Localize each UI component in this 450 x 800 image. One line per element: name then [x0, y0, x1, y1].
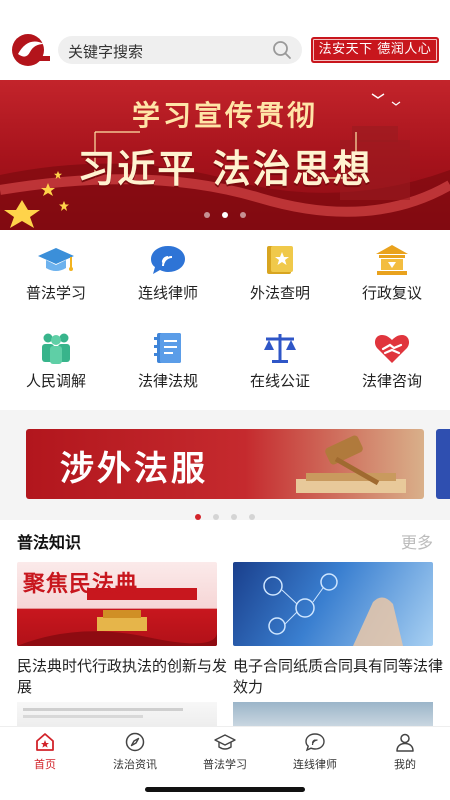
pagination-dot-active[interactable]: [195, 514, 201, 520]
banner-pagination: [0, 203, 450, 222]
feature-pufa-xuexi[interactable]: 普法学习: [0, 234, 112, 322]
promo-title: 涉外法服: [60, 449, 208, 489]
feature-falv-fagui[interactable]: 法律法规: [112, 322, 224, 410]
news-thumbnail-caption: 聚焦民法典: [23, 571, 139, 597]
promo-pagination: [0, 505, 450, 524]
chat-bubble-icon: [304, 731, 326, 753]
hero-banner[interactable]: 学习宣传贯彻 习近平 法治思想: [0, 80, 450, 230]
promo-banner-next-peek[interactable]: [436, 429, 450, 499]
news-card-peek[interactable]: [233, 702, 433, 726]
tab-learning[interactable]: 普法学习: [180, 731, 270, 772]
graduation-cap-icon: [37, 242, 75, 278]
feature-label: 法律咨询: [361, 372, 422, 390]
promo-banner[interactable]: 涉外法服: [26, 429, 424, 499]
news-card[interactable]: 电子合同纸质合同具有同等法律效力: [233, 562, 443, 698]
scales-icon: [261, 330, 299, 366]
pagination-dot[interactable]: [240, 212, 246, 218]
feature-label: 在线公证: [249, 372, 310, 390]
feature-label: 人民调解: [25, 372, 86, 390]
app-logo: [10, 32, 52, 68]
user-icon: [394, 731, 416, 753]
feature-xingzheng-fuyi[interactable]: 行政复议: [336, 234, 448, 322]
news-thumbnail: 聚焦民法典: [17, 562, 217, 646]
more-link[interactable]: 更多: [401, 529, 433, 553]
news-card-peek[interactable]: [17, 702, 217, 726]
pagination-dot[interactable]: [213, 514, 219, 520]
news-card[interactable]: 聚焦民法典 民法典时代行政执法的创新与发展: [17, 562, 227, 698]
tab-profile[interactable]: 我的: [360, 731, 450, 772]
heart-handshake-icon: [373, 330, 411, 366]
tab-label: 法治资讯: [113, 758, 157, 771]
tab-label: 我的: [394, 758, 416, 771]
tab-home[interactable]: 首页: [0, 731, 90, 772]
home-icon: [34, 731, 56, 753]
feature-falv-zixun[interactable]: 法律咨询: [336, 322, 448, 410]
feature-label: 法律法规: [137, 372, 198, 390]
news-title: 民法典时代行政执法的创新与发展: [17, 657, 228, 696]
tab-lawyer[interactable]: 连线律师: [270, 731, 360, 772]
header: 关键字搜索 法安天下 德润人心: [0, 30, 450, 72]
home-indicator[interactable]: [145, 787, 305, 792]
graduation-cap-icon: [214, 731, 236, 753]
feature-grid: 普法学习 连线律师 外法查明 行政复议 人民调解 法律法规 在线公证 法律咨询: [0, 234, 450, 410]
courthouse-icon: [373, 242, 411, 278]
banner-heading: 学习宣传贯彻: [131, 99, 318, 132]
feature-waifa-chaming[interactable]: 外法查明: [224, 234, 336, 322]
people-icon: [37, 330, 75, 366]
news-title: 电子合同纸质合同具有同等法律效力: [233, 657, 444, 696]
feature-label: 外法查明: [249, 284, 310, 302]
tab-label: 普法学习: [203, 758, 247, 771]
feature-renmin-tiaojie[interactable]: 人民调解: [0, 322, 112, 410]
slogan-badge: 法安天下 德润人心: [311, 37, 439, 63]
news-thumbnail: [233, 562, 433, 646]
search-icon[interactable]: [272, 40, 292, 60]
feature-lianxian-lvshi[interactable]: 连线律师: [112, 234, 224, 322]
notebook-icon: [149, 330, 187, 366]
feature-label: 普法学习: [25, 284, 86, 302]
section-title: 普法知识: [17, 533, 82, 552]
pagination-dot-active[interactable]: [222, 212, 228, 218]
feature-label: 连线律师: [137, 284, 198, 302]
pagination-dot[interactable]: [204, 212, 210, 218]
compass-icon: [124, 731, 146, 753]
tab-label: 首页: [34, 758, 56, 771]
pagination-dot[interactable]: [249, 514, 255, 520]
search-input[interactable]: 关键字搜索: [68, 41, 143, 62]
pagination-dot[interactable]: [231, 514, 237, 520]
feature-label: 行政复议: [361, 284, 422, 302]
banner-title: 习近平 法治思想: [77, 146, 373, 191]
chat-bubble-icon: [149, 242, 187, 278]
book-star-icon: [261, 242, 299, 278]
search-bar[interactable]: 关键字搜索: [58, 36, 302, 64]
tab-label: 连线律师: [293, 758, 337, 771]
feature-zaixian-gongzheng[interactable]: 在线公证: [224, 322, 336, 410]
tab-news[interactable]: 法治资讯: [90, 731, 180, 772]
